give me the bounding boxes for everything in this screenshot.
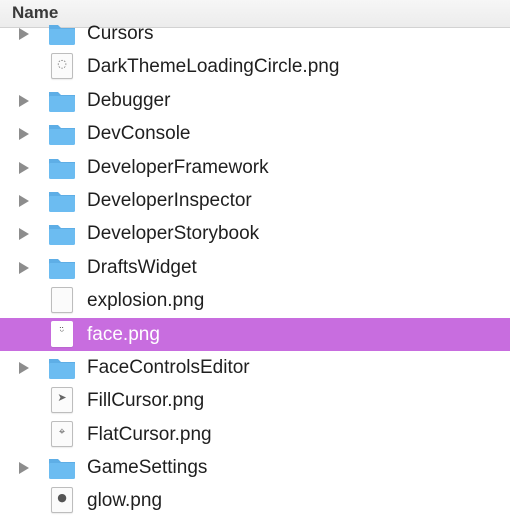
item-name: Cursors xyxy=(87,23,154,44)
item-name: DeveloperInspector xyxy=(87,189,252,211)
folder-row[interactable]: DeveloperInspector xyxy=(0,184,510,217)
explosion-thumbnail-icon xyxy=(51,287,73,314)
item-name: DeveloperFramework xyxy=(87,156,269,178)
item-name: GameSettings xyxy=(87,457,208,479)
folder-icon xyxy=(48,356,76,380)
item-name: DraftsWidget xyxy=(87,256,197,278)
folder-icon xyxy=(48,89,76,113)
file-row[interactable]: explosion.png xyxy=(0,284,510,317)
file-row[interactable]: ⌖ FlatCursor.png xyxy=(0,418,510,451)
folder-row[interactable]: DraftsWidget xyxy=(0,251,510,284)
item-name: FaceControlsEditor xyxy=(87,356,250,378)
disclosure-triangle-icon[interactable] xyxy=(19,128,29,141)
folder-row[interactable]: DeveloperStorybook xyxy=(0,217,510,250)
face-thumbnail-icon: ᵕ̈ xyxy=(51,320,73,347)
disclosure-triangle-icon[interactable] xyxy=(19,361,29,374)
loading-circle-thumbnail-icon: ◌ xyxy=(51,53,73,80)
item-name: face.png xyxy=(87,323,160,345)
item-name: FlatCursor.png xyxy=(87,423,212,445)
folder-row[interactable]: Debugger xyxy=(0,84,510,117)
folder-row[interactable]: DeveloperFramework xyxy=(0,151,510,184)
item-name: DevConsole xyxy=(87,123,191,145)
item-name: FillCursor.png xyxy=(87,390,205,412)
file-row[interactable]: ➤ FillCursor.png xyxy=(0,384,510,417)
flat-cursor-thumbnail-icon: ⌖ xyxy=(51,420,73,447)
folder-row[interactable]: DevConsole xyxy=(0,117,510,150)
disclosure-triangle-icon[interactable] xyxy=(19,94,29,107)
item-name: glow.png xyxy=(87,490,163,512)
disclosure-triangle-icon[interactable] xyxy=(19,228,29,241)
item-name: DeveloperStorybook xyxy=(87,223,260,245)
folder-row[interactable]: Cursors xyxy=(0,17,510,50)
file-row[interactable]: ᵕ̈ face.png xyxy=(0,317,510,351)
file-row[interactable]: ◌ DarkThemeLoadingCircle.png xyxy=(0,50,510,83)
file-row[interactable]: ● glow.png xyxy=(0,484,510,517)
disclosure-triangle-icon[interactable] xyxy=(19,462,29,475)
disclosure-triangle-icon[interactable] xyxy=(19,261,29,274)
folder-icon xyxy=(48,256,76,280)
item-name: explosion.png xyxy=(87,290,205,312)
file-list: Cursors ◌ DarkThemeLoadingCircle.png Debugg… xyxy=(0,17,510,518)
folder-icon xyxy=(48,122,76,146)
disclosure-triangle-icon[interactable] xyxy=(19,161,29,174)
folder-icon xyxy=(48,189,76,213)
fill-cursor-thumbnail-icon: ➤ xyxy=(51,387,73,414)
folder-icon xyxy=(48,456,76,480)
folder-icon xyxy=(48,156,76,180)
folder-row[interactable]: FaceControlsEditor xyxy=(0,351,510,384)
disclosure-triangle-icon[interactable] xyxy=(19,194,29,207)
folder-icon xyxy=(48,222,76,246)
folder-icon xyxy=(48,22,76,46)
folder-row[interactable]: GameSettings xyxy=(0,451,510,484)
disclosure-triangle-icon[interactable] xyxy=(19,28,29,40)
item-name: Debugger xyxy=(87,89,171,111)
item-name: DarkThemeLoadingCircle.png xyxy=(87,56,340,78)
glow-thumbnail-icon: ● xyxy=(51,487,73,514)
